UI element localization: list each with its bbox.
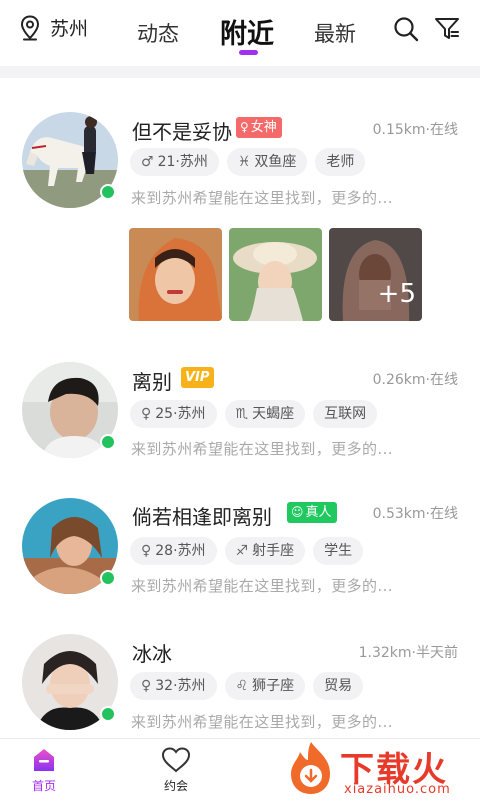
verified-face-icon: ☺	[291, 505, 304, 519]
female-icon: ♀	[141, 406, 152, 422]
user-bio: 来到苏州希望能在这里找到，更多的...	[131, 713, 393, 731]
vip-badge: VIP	[181, 367, 215, 388]
flame-logo-icon	[291, 742, 330, 794]
tag-list: ♀ 28·苏州 ♐ 射手座 学生	[130, 537, 364, 565]
search-icon[interactable]	[393, 16, 419, 42]
watermark: 下载火 xiazaihuo.com	[280, 738, 480, 800]
location-label: 苏州	[50, 18, 89, 40]
gender-age-tag: ♀ 32·苏州	[130, 672, 217, 700]
gallery-photo[interactable]	[129, 228, 222, 321]
user-name: 冰冰	[132, 642, 172, 666]
zodiac-tag: ♐ 射手座	[224, 537, 306, 565]
nav-date[interactable]: 约会	[146, 747, 206, 794]
occupation-tag: 贸易	[313, 672, 364, 700]
tab-dynamic[interactable]: 动态	[137, 18, 179, 48]
user-name: 倘若相逢即离别	[132, 505, 272, 529]
sagittarius-icon: ♐	[235, 543, 249, 559]
online-indicator	[100, 184, 116, 200]
online-indicator	[100, 570, 116, 586]
scorpio-icon: ♏	[235, 406, 249, 422]
tag-list: ♂ 21·苏州 ♓ 双鱼座 老师	[130, 148, 366, 176]
zodiac-tag: ♓ 双鱼座	[226, 148, 308, 176]
user-bio: 来到苏州希望能在这里找到，更多的...	[131, 189, 393, 207]
photo-gallery: +5	[129, 228, 422, 321]
more-photos-count: +5	[377, 279, 416, 309]
badge-label: 女神	[250, 120, 277, 135]
gender-age-tag: ♂ 21·苏州	[130, 148, 219, 176]
distance-status: 0.26km·在线	[372, 372, 458, 388]
nav-date-label: 约会	[163, 779, 188, 793]
pisces-icon: ♓	[237, 154, 251, 170]
header-divider	[0, 66, 480, 78]
occupation-tag: 学生	[313, 537, 364, 565]
user-bio: 来到苏州希望能在这里找到，更多的...	[131, 440, 393, 458]
gallery-photo-more[interactable]: +5	[329, 228, 422, 321]
tab-nearby[interactable]: 附近	[220, 12, 274, 51]
tag-list: ♀ 32·苏州 ♌ 狮子座 贸易	[130, 672, 364, 700]
distance-status: 0.15km·在线	[372, 122, 458, 138]
heart-icon	[161, 747, 191, 773]
user-name: 离别	[132, 370, 172, 394]
gallery-photo[interactable]	[229, 228, 322, 321]
user-name: 但不是妥协	[132, 120, 232, 144]
female-icon: ♀	[141, 543, 152, 559]
location-selector[interactable]: 苏州	[20, 14, 88, 41]
goddess-badge: ♀ 女神	[236, 117, 282, 138]
gender-age-tag: ♀ 28·苏州	[130, 537, 217, 565]
distance-status: 1.32km·半天前	[358, 645, 458, 661]
tag-list: ♀ 25·苏州 ♏ 天蝎座 互联网	[130, 400, 378, 428]
tab-newest[interactable]: 最新	[314, 18, 356, 48]
zodiac-tag: ♏ 天蝎座	[224, 400, 306, 428]
badge-label: 真人	[305, 505, 332, 520]
leo-icon: ♌	[235, 678, 249, 694]
home-icon	[34, 749, 54, 771]
active-tab-indicator	[239, 50, 258, 55]
gender-age-tag: ♀ 25·苏州	[130, 400, 217, 428]
nav-home-label: 首页	[31, 779, 56, 793]
watermark-subtitle: xiazaihuo.com	[344, 782, 451, 797]
zodiac-tag: ♌ 狮子座	[224, 672, 306, 700]
top-navigation: 苏州 动态 附近 最新	[0, 0, 480, 66]
online-indicator	[100, 706, 116, 722]
location-pin-icon	[20, 14, 40, 40]
female-icon: ♀	[141, 678, 152, 694]
user-bio: 来到苏州希望能在这里找到，更多的...	[131, 577, 393, 595]
occupation-tag: 老师	[315, 148, 366, 176]
distance-status: 0.53km·在线	[372, 506, 458, 522]
venus-icon: ♀	[240, 120, 249, 134]
online-indicator	[100, 434, 116, 450]
male-icon: ♂	[141, 154, 154, 170]
nav-home[interactable]: 首页	[14, 747, 74, 794]
occupation-tag: 互联网	[313, 400, 378, 428]
filter-icon[interactable]	[434, 16, 460, 42]
verified-badge: ☺ 真人	[287, 502, 337, 523]
